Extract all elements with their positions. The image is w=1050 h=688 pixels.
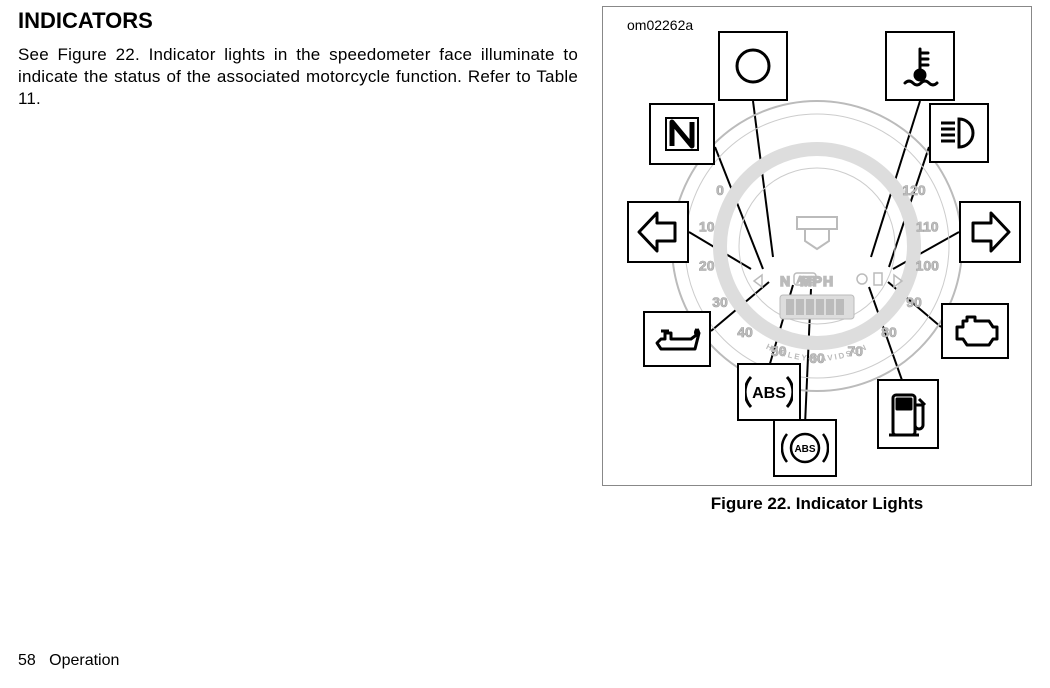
low-fuel-indicator-callout xyxy=(877,379,939,449)
low-fuel-icon xyxy=(885,387,931,441)
check-engine-indicator-callout xyxy=(941,303,1009,359)
gauge-tick: 40 xyxy=(737,324,753,340)
gauge-tick: 110 xyxy=(916,219,939,235)
svg-text:ABS: ABS xyxy=(794,444,815,455)
oil-pressure-icon xyxy=(651,319,703,359)
section-name: Operation xyxy=(49,652,119,669)
highbeam-indicator-callout xyxy=(929,103,989,163)
figure-box: om02262a xyxy=(602,6,1032,486)
gauge-tick: 100 xyxy=(916,257,940,273)
page-number: 58 xyxy=(18,652,36,669)
gauge-tick: 30 xyxy=(712,294,728,310)
abs-indicator-callout: ABS xyxy=(737,363,801,421)
neutral-indicator-callout xyxy=(649,103,715,165)
security-indicator-callout xyxy=(718,31,788,101)
security-icon xyxy=(730,43,776,89)
gauge-tick: 20 xyxy=(699,257,715,273)
page-footer: 58 Operation xyxy=(18,652,119,670)
gauge-tick: 120 xyxy=(902,182,926,198)
right-turn-indicator-callout xyxy=(959,201,1021,263)
gauge-tick: 80 xyxy=(881,324,897,340)
figure-caption: Figure 22. Indicator Lights xyxy=(602,494,1032,514)
right-turn-icon xyxy=(967,209,1013,255)
neutral-icon xyxy=(660,112,704,156)
coolant-temp-icon xyxy=(897,43,943,89)
gauge-tick: 0 xyxy=(716,182,724,198)
svg-text:N: N xyxy=(780,273,791,289)
abs-alt-icon: ABS xyxy=(781,426,829,470)
section-body: See Figure 22. Indicator lights in the s… xyxy=(18,44,578,110)
gauge-tick: 10 xyxy=(699,219,715,235)
left-turn-icon xyxy=(635,209,681,255)
oil-pressure-indicator-callout xyxy=(643,311,711,367)
section-heading: INDICATORS xyxy=(18,8,578,34)
abs-icon: ABS xyxy=(745,371,793,413)
check-engine-icon xyxy=(949,311,1001,351)
left-turn-indicator-callout xyxy=(627,201,689,263)
gauge-tick: 90 xyxy=(906,294,922,310)
coolant-temp-indicator-callout xyxy=(885,31,955,101)
high-beam-icon xyxy=(937,111,981,155)
abs-alt-indicator-callout: ABS xyxy=(773,419,837,477)
svg-text:MPH: MPH xyxy=(800,273,834,289)
svg-text:ABS: ABS xyxy=(752,385,786,402)
